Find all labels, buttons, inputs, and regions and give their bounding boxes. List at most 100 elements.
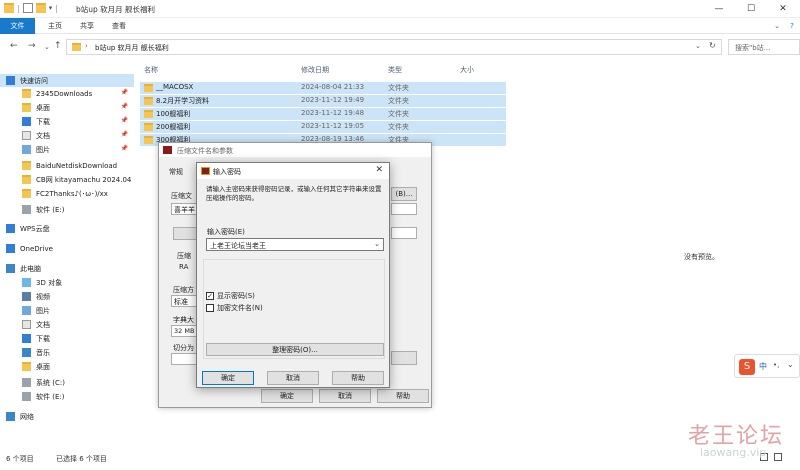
manage-passwords-button[interactable]: 整理密码(O)... (206, 343, 384, 356)
tab-view[interactable]: 查看 (106, 18, 132, 34)
help-icon[interactable]: ? (786, 18, 798, 34)
help-button[interactable]: 帮助 (377, 389, 429, 403)
drive-icon (22, 378, 31, 387)
ime-menu-icon[interactable]: ⌄ (787, 360, 794, 369)
selected-count: 已选择 6 个项目 (56, 455, 107, 463)
column-date[interactable]: 修改日期 (301, 65, 329, 75)
archive-name-field[interactable]: 喜羊羊 (171, 203, 199, 215)
nav-item[interactable]: 软件 (E:) (0, 203, 134, 216)
nav-item-label: 2345Downloads (36, 89, 93, 98)
show-password-checkbox[interactable]: ✓ 显示密码(S) (206, 291, 346, 301)
checkbox-box[interactable] (206, 304, 214, 312)
up-arrow-icon[interactable]: ↑ (54, 41, 62, 51)
pin-icon: 📌 (120, 131, 128, 138)
chevron-down-icon[interactable]: ▾ (49, 4, 53, 12)
refresh-icon[interactable]: ↻ (709, 41, 716, 50)
nav-item[interactable]: 2345Downloads 📌 (0, 87, 134, 100)
nav-item[interactable]: 下载 (0, 332, 134, 345)
chevron-down-icon[interactable]: ⌄ (695, 42, 701, 50)
nav-item[interactable]: 此电脑 (0, 262, 134, 275)
column-type[interactable]: 类型 (388, 65, 402, 75)
encrypt-filenames-checkbox[interactable]: 加密文件名(N) (206, 303, 346, 313)
rar-radio[interactable]: RA (179, 263, 188, 271)
nav-item-label: 桌面 (36, 103, 50, 112)
ime-language[interactable]: 中 (759, 361, 767, 372)
folder-icon (22, 161, 31, 170)
back-arrow-icon[interactable]: ← (10, 41, 18, 51)
sogou-icon[interactable]: S (739, 359, 755, 375)
nav-item[interactable]: 图片 📌 (0, 143, 134, 156)
picture-icon (22, 145, 31, 154)
nav-item[interactable]: 视频 (0, 290, 134, 303)
nav-item[interactable]: 文档 📌 (0, 129, 134, 142)
nav-item[interactable]: 软件 (E:) (0, 390, 134, 403)
column-size[interactable]: 大小 (460, 65, 474, 75)
nav-item[interactable]: 快速访问 (0, 74, 134, 87)
close-button[interactable]: ✕ (768, 2, 798, 16)
set-password-button[interactable] (391, 351, 417, 365)
ribbon-expand-icon[interactable]: ⌄ (772, 18, 782, 34)
ime-toolbar[interactable]: S 中 •, ⌄ (734, 354, 800, 378)
file-row[interactable]: 8.2月开学习资料 2023-11-12 19:49 文件夹 (140, 95, 506, 107)
tab-file[interactable]: 文件 (0, 18, 35, 34)
folder-icon (4, 3, 14, 13)
file-date: 2023-11-12 19:48 (301, 109, 365, 117)
nav-item[interactable]: 3D 对象 (0, 276, 134, 289)
cloud-icon (6, 224, 15, 233)
nav-item[interactable]: 下载 📌 (0, 115, 134, 128)
pin-icon: 📌 (120, 89, 128, 96)
file-row[interactable]: 100舰福利 2023-11-12 19:48 文件夹 (140, 108, 506, 120)
breadcrumb-chevron-icon[interactable]: › (85, 42, 88, 50)
large-icons-view-icon[interactable] (774, 453, 782, 461)
ok-button[interactable]: 确定 (261, 389, 313, 403)
ime-punctuation[interactable]: •, (773, 361, 779, 369)
recent-dropdown-icon[interactable]: ⌄ (44, 43, 50, 51)
address-bar[interactable]: › b站up 软月月 舰长福利 ⌄ ↻ (66, 39, 722, 55)
folder-icon (72, 43, 81, 51)
properties-icon[interactable] (22, 3, 33, 13)
nav-item[interactable]: 桌面 📌 (0, 101, 134, 114)
tab-share[interactable]: 共享 (74, 18, 100, 34)
close-icon[interactable]: ✕ (375, 165, 383, 175)
format-select[interactable] (391, 227, 417, 239)
nav-item[interactable]: 音乐 (0, 346, 134, 359)
search-box[interactable]: 搜索"b站... (728, 39, 800, 55)
ok-button[interactable]: 确定 (202, 371, 254, 385)
drive-icon (22, 205, 31, 214)
nav-item-label: 桌面 (36, 362, 50, 371)
cancel-button[interactable]: 取消 (267, 371, 319, 385)
nav-item[interactable]: 图片 (0, 304, 134, 317)
file-row[interactable]: __MACOSX 2024-08-04 21:33 文件夹 (140, 82, 506, 94)
checkbox-check-icon[interactable]: ✓ (206, 292, 214, 300)
minimize-button[interactable]: — (704, 2, 734, 16)
winrar-icon (201, 167, 210, 175)
file-row[interactable]: 200舰福利 2023-11-12 19:05 文件夹 (140, 121, 506, 133)
cancel-button[interactable]: 取消 (319, 389, 371, 403)
nav-item[interactable]: OneDrive (0, 242, 134, 255)
tab-general[interactable]: 常规 (169, 167, 183, 177)
nav-item-label: 网络 (20, 412, 34, 421)
nav-item-label: 文档 (36, 320, 50, 329)
nav-item[interactable]: BaiduNetdiskDownload (0, 159, 134, 172)
tab-home[interactable]: 主页 (42, 18, 68, 34)
password-input[interactable]: 上老王论坛当老王 ⌄ (206, 238, 384, 251)
nav-item[interactable]: 桌面 (0, 360, 134, 373)
chevron-down-icon[interactable]: ⌄ (374, 240, 380, 248)
nav-item[interactable]: 网络 (0, 410, 134, 423)
nav-item[interactable]: FC2Thanks♪(･ω･)/xx (0, 187, 134, 200)
forward-arrow-icon[interactable]: → (28, 41, 36, 51)
browse-button[interactable]: (B)... (391, 187, 417, 201)
nav-item[interactable]: 文档 (0, 318, 134, 331)
nav-item[interactable]: 系统 (C:) (0, 376, 134, 389)
dictionary-size-label: 字典大 (173, 316, 194, 324)
new-folder-icon[interactable] (35, 3, 46, 13)
maximize-button[interactable]: ☐ (736, 2, 766, 16)
nav-item-label: 下载 (36, 117, 50, 126)
folder-icon (22, 103, 31, 112)
column-name[interactable]: 名称 (144, 65, 158, 75)
nav-item[interactable]: WPS云盘 (0, 222, 134, 235)
update-mode-select[interactable] (391, 203, 417, 215)
help-button[interactable]: 帮助 (332, 371, 384, 385)
nav-item-label: 3D 对象 (36, 278, 63, 287)
nav-item[interactable]: CB网 kitayamachu 2024.04 (0, 173, 134, 186)
